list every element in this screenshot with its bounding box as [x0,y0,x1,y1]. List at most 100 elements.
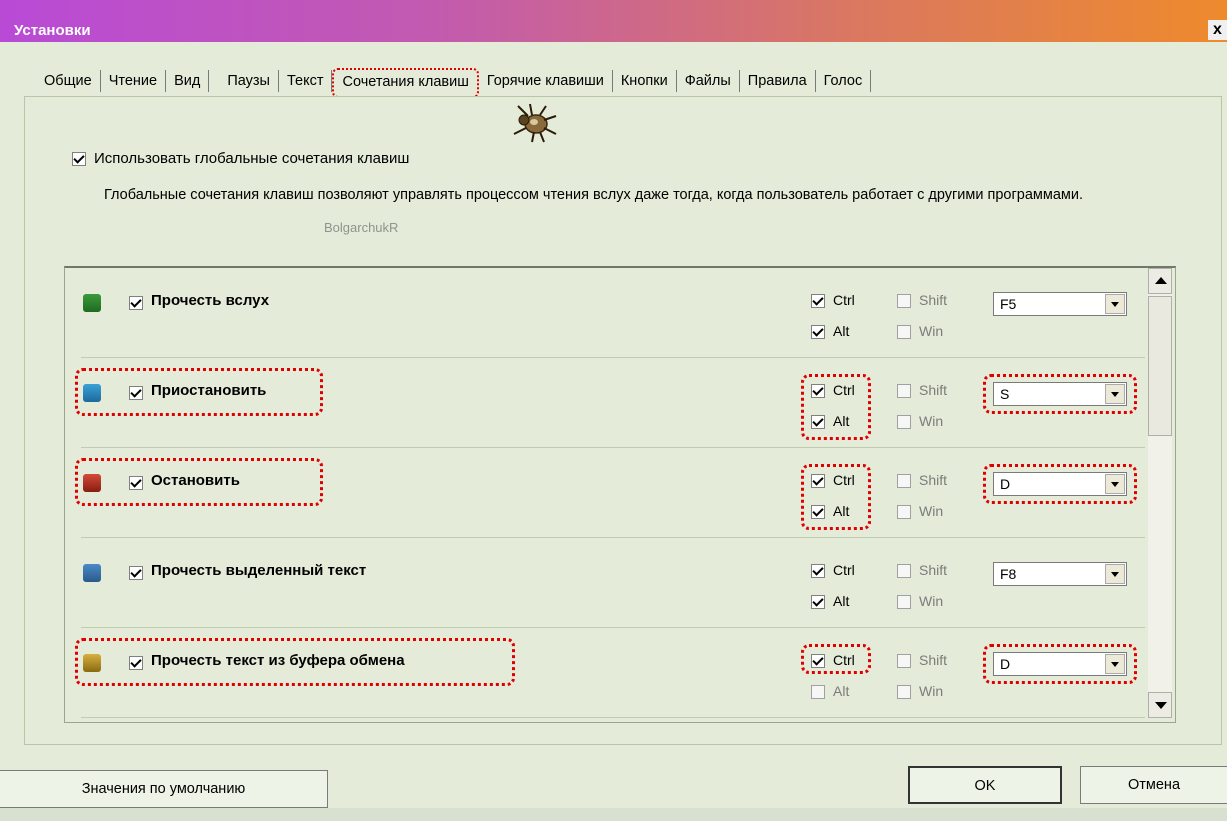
highlight-annotation [983,374,1137,414]
modifier-shift-checkbox[interactable] [897,654,911,669]
global-hotkeys-checkbox[interactable] [72,152,86,167]
settings-dialog: Установки x Общие Чтение Вид Паузы Текст Соче… [0,0,1227,821]
action-label: Прочесть выделенный текст [151,562,367,579]
modifier-shift-checkbox[interactable] [897,564,911,579]
bug-cursor-icon [513,103,557,143]
modifier-win-label: Win [919,413,944,429]
modifier-shift-checkbox[interactable] [897,294,911,309]
highlight-annotation [75,638,515,686]
modifier-ctrl-checkbox[interactable] [811,564,825,579]
modifier-ctrl[interactable]: Ctrl [811,292,855,309]
modifier-win-label: Win [919,593,944,609]
close-button[interactable]: x [1208,20,1227,40]
modifier-shift-checkbox[interactable] [897,384,911,399]
title-bar: Установки x [0,0,1227,42]
highlight-annotation [801,644,871,674]
modifier-shift-label: Shift [919,652,948,668]
tab-5[interactable]: Текст [279,70,333,92]
modifier-alt-label: Alt [833,593,850,609]
scroll-up-button[interactable] [1148,268,1172,294]
global-hotkeys-label: Использовать глобальные сочетания клавиш [94,150,410,167]
hotkey-list-scrollbar[interactable] [1148,268,1172,718]
modifier-alt-label: Alt [833,323,850,339]
modifier-win-checkbox[interactable] [897,685,911,700]
action-checkbox[interactable] [129,296,143,310]
modifier-ctrl-label: Ctrl [833,562,855,578]
modifier-ctrl-checkbox[interactable] [811,294,825,309]
highlight-annotation [801,464,871,530]
hotkey-row: Прочесть текст из буфера обмена Ctrl Alt Sh… [71,628,1145,718]
modifier-win[interactable]: Win [897,593,944,610]
key-select[interactable]: F8 [993,562,1127,586]
modifier-shift[interactable]: Shift [897,562,948,579]
key-select[interactable]: F5 [993,292,1127,316]
tab-6[interactable]: Сочетания клавиш [332,68,479,98]
cancel-button[interactable]: Отмена [1080,766,1227,804]
tab-10[interactable]: Правила [740,70,816,92]
modifier-alt-label: Alt [833,683,850,699]
ok-button[interactable]: OK [908,766,1062,804]
modifier-shift[interactable]: Shift [897,292,948,309]
tab-strip: Общие Чтение Вид Паузы Текст Сочетания клавиш… [36,68,872,98]
modifier-ctrl-label: Ctrl [833,292,855,308]
highlight-annotation [983,644,1137,684]
hotkey-row: Прочесть выделенный текст Ctrl Alt Shift Win… [71,538,1145,628]
modifier-alt-checkbox[interactable] [811,325,825,340]
modifier-alt[interactable]: Alt [811,683,850,700]
modifier-win-label: Win [919,683,944,699]
modifier-shift[interactable]: Shift [897,652,948,669]
hotkey-row: Приостановить Ctrl Alt Shift Win S [71,358,1145,448]
action-checkbox[interactable] [129,566,143,580]
chevron-down-icon[interactable] [1105,564,1125,584]
modifier-win[interactable]: Win [897,503,944,520]
modifier-alt-checkbox[interactable] [811,685,825,700]
highlight-annotation [75,458,323,506]
modifier-win-checkbox[interactable] [897,505,911,520]
scroll-down-button[interactable] [1148,692,1172,718]
modifier-win-checkbox[interactable] [897,415,911,430]
tab-4[interactable]: Паузы [219,70,279,92]
tab-3[interactable]: Вид [166,70,210,92]
modifier-alt[interactable]: Alt [811,593,850,610]
modifier-shift-label: Shift [919,292,948,308]
highlight-annotation [75,368,323,416]
key-value: F5 [1000,296,1017,312]
modifier-win-label: Win [919,503,944,519]
action-label: Прочесть вслух [151,292,270,309]
tab-2[interactable]: Чтение [101,70,167,92]
modifier-shift[interactable]: Shift [897,472,948,489]
chevron-down-icon[interactable] [1105,294,1125,314]
tab-11[interactable]: Голос [816,70,872,92]
modifier-shift[interactable]: Shift [897,382,947,399]
modifier-win[interactable]: Win [897,413,944,430]
modifier-ctrl[interactable]: Ctrl [811,562,855,579]
hotkey-row: Прочесть вслух Ctrl Alt Shift Win F5 [71,268,1145,358]
global-hotkeys-option[interactable]: Использовать глобальные сочетания клавиш [72,150,409,167]
modifier-shift-checkbox[interactable] [897,474,911,489]
key-value: F8 [1000,566,1017,582]
highlight-annotation [801,374,871,440]
modifier-win-checkbox[interactable] [897,595,911,610]
modifier-win[interactable]: Win [897,683,944,700]
read-selection-icon [83,564,101,582]
modifier-alt[interactable]: Alt [811,323,850,340]
modifier-alt-checkbox[interactable] [811,595,825,610]
bottom-edge [0,808,1227,821]
play-icon [83,294,101,312]
modifier-shift-label: Shift [919,562,948,578]
tab-9[interactable]: Файлы [677,70,740,92]
defaults-button[interactable]: Значения по умолчанию [0,770,328,808]
tab-1[interactable]: Общие [36,70,101,92]
modifier-win[interactable]: Win [897,323,944,340]
modifier-win-checkbox[interactable] [897,325,911,340]
highlight-annotation [983,464,1137,504]
global-hotkeys-description: Глобальные сочетания клавиш позволяют уп… [104,187,1083,203]
modifier-shift-label: Shift [919,472,948,488]
row-divider [81,717,1145,718]
scroll-thumb[interactable] [1148,296,1172,436]
hotkey-list: Прочесть вслух Ctrl Alt Shift Win F5 Приостано… [64,266,1176,723]
tab-7[interactable]: Горячие клавиши [479,70,613,92]
modifier-win-label: Win [919,323,944,339]
tab-8[interactable]: Кнопки [613,70,677,92]
hotkey-row: Остановить Ctrl Alt Shift Win D [71,448,1145,538]
